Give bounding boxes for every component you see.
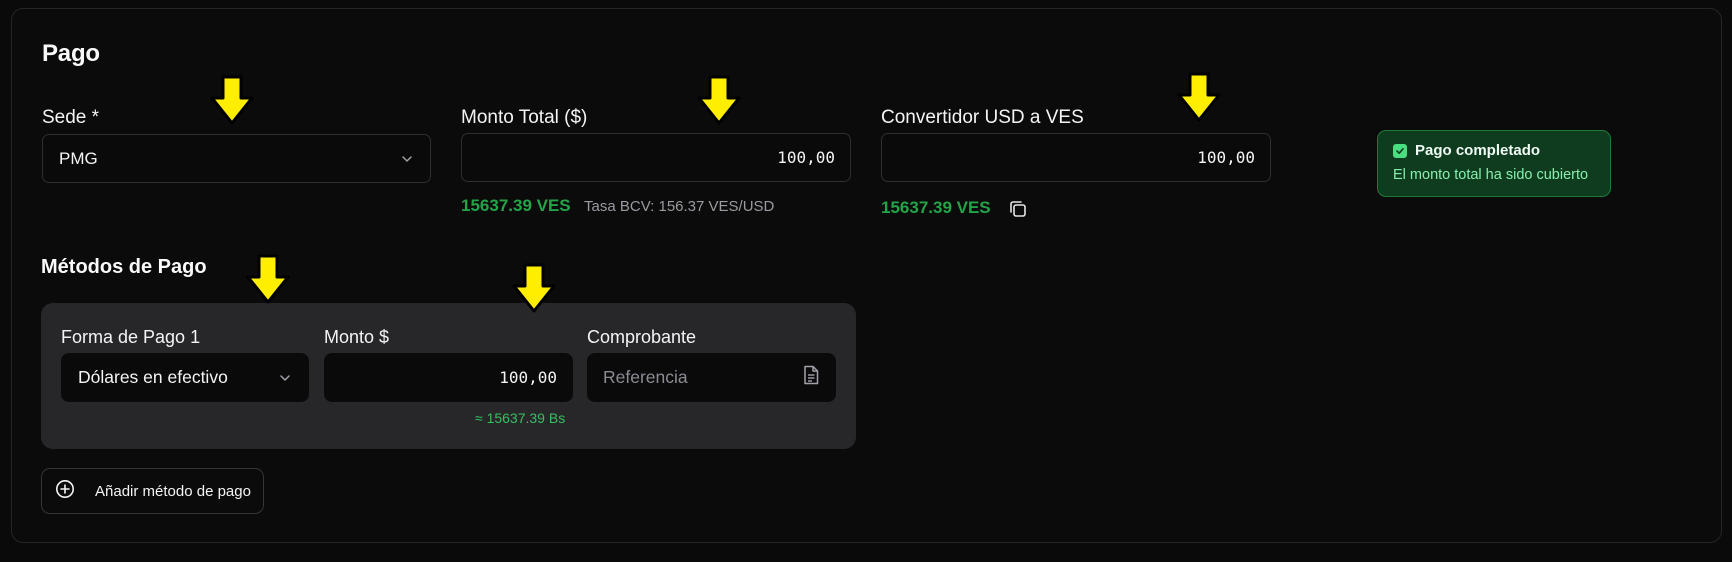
status-description: El monto total ha sido cubierto <box>1393 167 1589 183</box>
convertidor-label: Convertidor USD a VES <box>881 107 1084 128</box>
tasa-bcv-text: Tasa BCV: 156.37 VES/USD <box>584 198 775 215</box>
sede-label: Sede * <box>42 107 100 128</box>
arrow-down-annotation <box>512 263 556 313</box>
forma-pago-label: Forma de Pago 1 <box>61 327 201 347</box>
forma-pago-value: Dólares en efectivo <box>78 367 228 387</box>
arrow-down-annotation <box>210 75 254 125</box>
metodos-title: Métodos de Pago <box>41 256 207 278</box>
monto-input[interactable]: 100,00 <box>324 353 573 402</box>
payment-method-panel: Forma de Pago 1 Dólares en efectivo Mont… <box>41 303 856 449</box>
monto-total-input[interactable]: 100,00 <box>461 133 851 182</box>
forma-pago-select[interactable]: Dólares en efectivo <box>61 353 309 402</box>
status-title: Pago completado <box>1415 142 1541 159</box>
monto-total-label: Monto Total ($) <box>461 107 588 128</box>
sede-select[interactable]: PMG <box>42 134 431 183</box>
plus-circle-icon <box>55 479 75 503</box>
comprobante-label: Comprobante <box>587 327 697 347</box>
copy-icon[interactable] <box>1007 198 1029 220</box>
add-payment-method-button[interactable]: Añadir método de pago <box>41 468 264 514</box>
chevron-down-icon <box>278 371 292 385</box>
file-text-icon <box>802 365 820 390</box>
payment-status-box: Pago completado El monto total ha sido c… <box>1377 130 1611 197</box>
arrow-down-annotation <box>697 75 741 125</box>
monto-label: Monto $ <box>324 327 390 347</box>
add-payment-method-label: Añadir método de pago <box>95 482 251 500</box>
monto-total-ves: 15637.39 VES <box>461 196 571 215</box>
comprobante-placeholder: Referencia <box>603 367 688 387</box>
arrow-down-annotation <box>246 254 290 304</box>
comprobante-input[interactable]: Referencia <box>587 353 836 402</box>
monto-bs-approx: ≈ 15637.39 Bs <box>475 410 566 426</box>
check-square-icon <box>1393 143 1407 158</box>
convertidor-ves: 15637.39 VES <box>881 198 991 217</box>
convertidor-input[interactable]: 100,00 <box>881 133 1271 182</box>
sede-value: PMG <box>59 148 98 168</box>
arrow-down-annotation <box>1177 72 1221 122</box>
page-title: Pago <box>42 40 100 67</box>
chevron-down-icon <box>400 152 414 166</box>
